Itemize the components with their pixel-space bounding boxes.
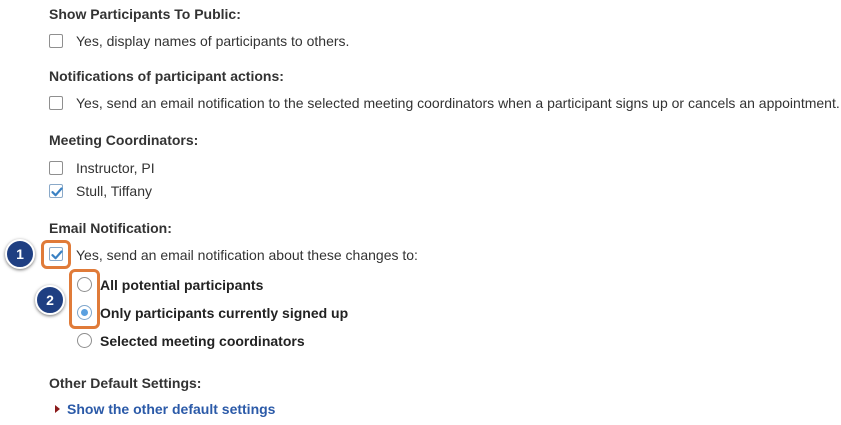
coordinator-checkbox-instructor[interactable] — [49, 161, 63, 175]
other-defaults-heading: Other Default Settings: — [49, 375, 202, 391]
email-notification-heading: Email Notification: — [49, 220, 172, 236]
notifications-checkbox[interactable] — [49, 96, 63, 110]
checkmark-icon — [51, 250, 63, 260]
checkmark-icon — [51, 187, 63, 197]
show-participants-label: Yes, display names of participants to ot… — [76, 33, 350, 49]
coordinators-heading: Meeting Coordinators: — [49, 132, 199, 148]
recipient-label-coordinators: Selected meeting coordinators — [100, 333, 305, 349]
show-participants-heading: Show Participants To Public: — [49, 6, 241, 22]
coordinator-checkbox-stull[interactable] — [49, 184, 63, 198]
show-participants-checkbox[interactable] — [49, 34, 63, 48]
callout-2: 2 — [35, 285, 65, 315]
recipient-radio-coordinators[interactable] — [77, 333, 92, 348]
callout-1: 1 — [5, 239, 35, 269]
notifications-heading: Notifications of participant actions: — [49, 68, 284, 84]
coordinator-label-instructor: Instructor, PI — [76, 160, 155, 176]
coordinator-label-stull: Stull, Tiffany — [76, 183, 153, 199]
radio-selected-dot — [81, 309, 88, 316]
expand-triangle-icon[interactable] — [55, 405, 60, 413]
recipient-radio-all[interactable] — [77, 277, 92, 292]
notifications-label: Yes, send an email notification to the s… — [76, 95, 840, 111]
show-other-defaults-link[interactable]: Show the other default settings — [67, 401, 275, 417]
email-notification-checkbox[interactable] — [49, 247, 63, 261]
email-notification-label: Yes, send an email notification about th… — [76, 247, 418, 263]
recipient-label-all: All potential participants — [100, 277, 264, 293]
recipient-radio-signed-up[interactable] — [77, 305, 92, 320]
recipient-label-signed-up: Only participants currently signed up — [100, 305, 349, 321]
